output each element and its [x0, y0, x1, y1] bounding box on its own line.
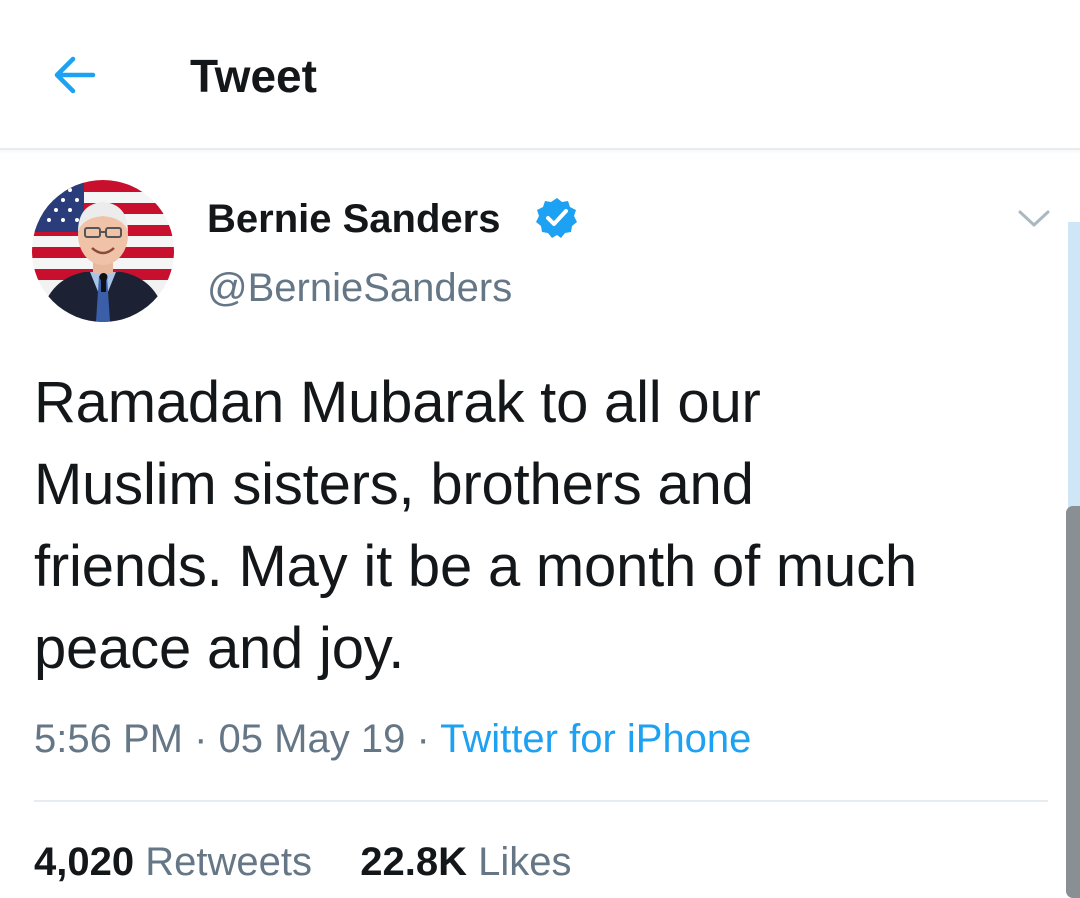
divider	[34, 800, 1048, 802]
tweet-menu-button[interactable]	[1014, 202, 1054, 236]
scrollbar-thumb[interactable]	[1066, 506, 1080, 898]
meta-separator: ·	[416, 717, 430, 761]
author-handle[interactable]: @BernieSanders	[207, 262, 512, 314]
tweet-text: Ramadan Mubarak to all our Muslim sister…	[34, 370, 917, 681]
tweet-stats: 4,020 Retweets 22.8K Likes	[34, 836, 572, 888]
tweet-source-link[interactable]: Twitter for iPhone	[440, 717, 751, 761]
scroll-indicator	[1068, 222, 1080, 510]
chevron-down-icon	[1018, 210, 1050, 227]
meta-separator: ·	[194, 717, 208, 761]
page-title: Tweet	[190, 50, 317, 102]
likes-label: Likes	[478, 840, 572, 884]
tweet-detail-screen: Tweet Bernie Sanders @BernieSanders Rama…	[0, 0, 1080, 898]
retweets-stat[interactable]: 4,020 Retweets	[34, 840, 323, 884]
likes-count: 22.8K	[360, 840, 467, 884]
avatar[interactable]	[32, 180, 174, 322]
author-name[interactable]: Bernie Sanders	[207, 193, 500, 245]
tweet-date: 05 May 19	[218, 717, 406, 761]
likes-stat[interactable]: 22.8K Likes	[360, 840, 571, 884]
top-app-bar: Tweet	[0, 0, 1080, 150]
verified-badge-icon	[536, 198, 577, 238]
arrow-left-icon	[54, 56, 96, 94]
back-button[interactable]	[48, 50, 100, 100]
tweet-time: 5:56 PM	[34, 717, 183, 761]
profile-photo	[32, 180, 174, 322]
tweet-metadata: 5:56 PM · 05 May 19 · Twitter for iPhone	[34, 713, 751, 765]
retweets-label: Retweets	[145, 840, 312, 884]
retweets-count: 4,020	[34, 840, 135, 884]
